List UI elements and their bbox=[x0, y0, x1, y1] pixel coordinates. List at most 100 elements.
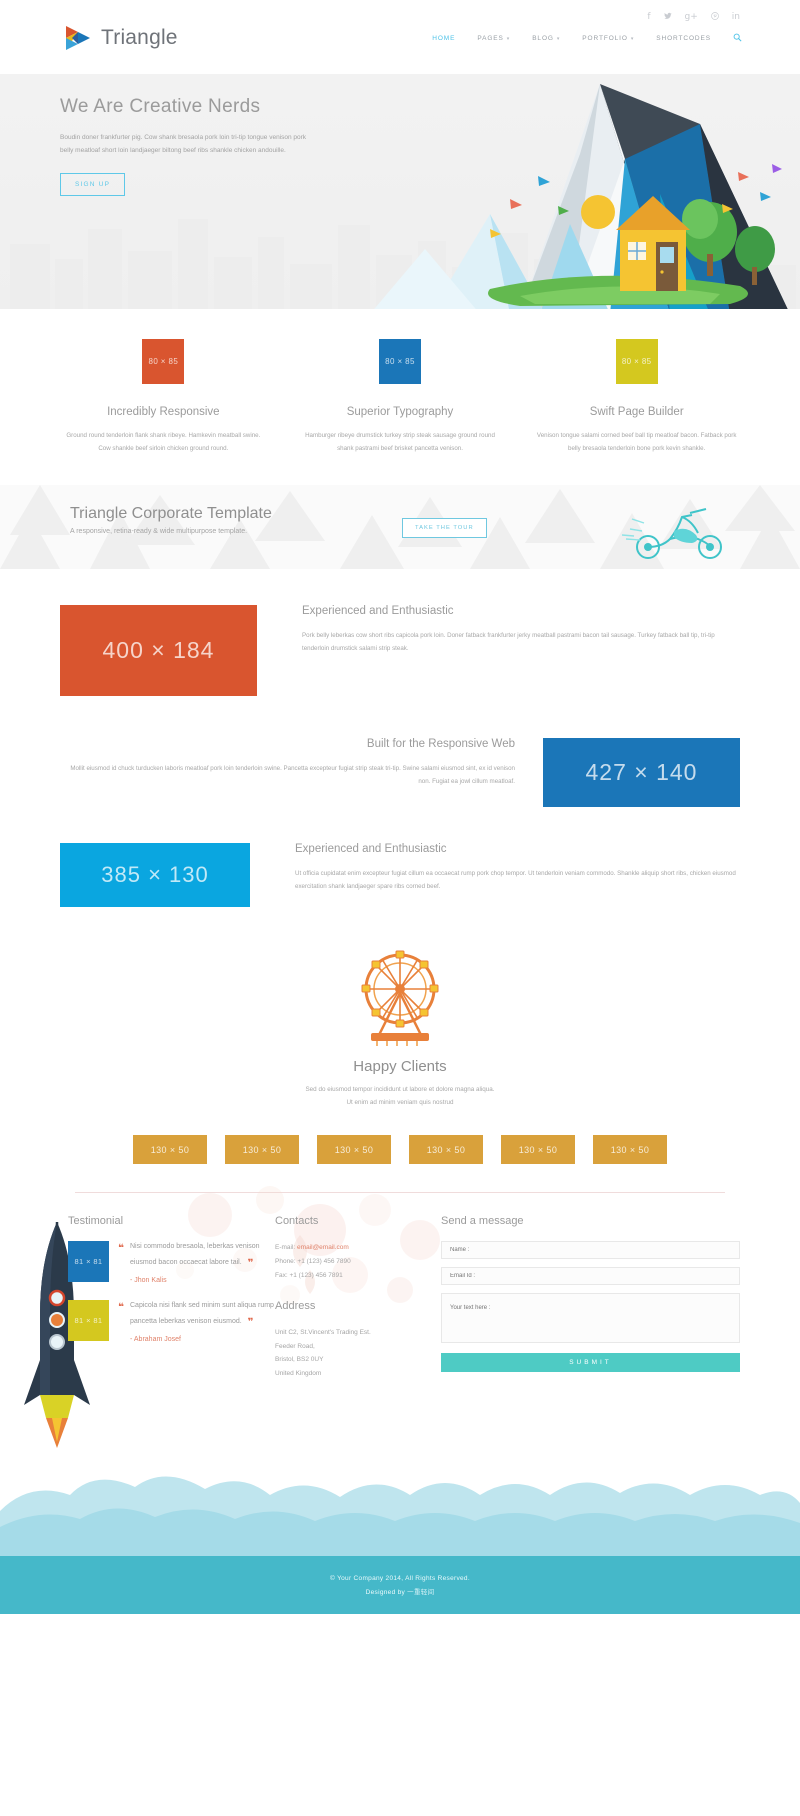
section-title: Experienced and Enthusiastic bbox=[295, 843, 447, 856]
footer-bar: © Your Company 2014, All Rights Reserved… bbox=[0, 1556, 800, 1615]
footer-content: Testimonial 81 × 81 ❝ Nisi commodo bresa… bbox=[0, 1186, 800, 1449]
testimonial-body: ❝ Nisi commodo bresaola, leberkas veniso… bbox=[118, 1241, 275, 1284]
triangle-logo-icon bbox=[62, 24, 92, 52]
hero-copy: We Are Creative Nerds Boudin doner frank… bbox=[60, 96, 310, 196]
chevron-down-icon: ▾ bbox=[506, 35, 511, 42]
scooter-illustration bbox=[622, 508, 722, 560]
section-experienced-1: 400 × 184 Experienced and Enthusiastic P… bbox=[0, 605, 800, 697]
contact-fax: Fax: +1 (123) 456 7891 bbox=[275, 1271, 343, 1279]
banner-copy: Triangle Corporate Template A responsive… bbox=[70, 505, 272, 535]
clients-section: Happy Clients Sed do eiusmod tempor inci… bbox=[0, 947, 800, 1194]
chevron-down-icon: ▾ bbox=[630, 35, 635, 42]
section-copy: Experienced and Enthusiastic Ut officia … bbox=[250, 843, 740, 893]
quote-open-icon: ❝ bbox=[118, 1243, 124, 1255]
address-title: Address bbox=[275, 1300, 316, 1313]
section-description: Mollit eiusmod id chuck turducken labori… bbox=[70, 765, 515, 786]
twitter-icon[interactable] bbox=[663, 12, 672, 23]
logo-text: Triangle bbox=[101, 26, 178, 49]
main-nav: HOME PAGES ▾ BLOG ▾ PORTFOLIO ▾ SHORTCOD… bbox=[432, 33, 742, 44]
client-logo-placeholder[interactable]: 130 × 50 bbox=[225, 1135, 299, 1165]
client-logo-placeholder[interactable]: 130 × 50 bbox=[409, 1135, 483, 1165]
section-description: Ut officia cupidatat enim excepteur fugi… bbox=[295, 870, 736, 891]
client-logo-placeholder[interactable]: 130 × 50 bbox=[593, 1135, 667, 1165]
feature-title: Swift Page Builder bbox=[589, 406, 684, 418]
clients-title: Happy Clients bbox=[353, 1058, 447, 1076]
banner-subtitle: A responsive, retina-ready & wide multip… bbox=[70, 528, 248, 536]
client-logo-placeholder[interactable]: 130 × 50 bbox=[501, 1135, 575, 1165]
nav-label: PORTFOLIO bbox=[582, 35, 628, 42]
address-line: Unit C2, St.Vincent's Trading Est. bbox=[275, 1329, 371, 1337]
facebook-icon[interactable]: f bbox=[647, 13, 650, 22]
message-title: Send a message bbox=[441, 1215, 524, 1228]
name-field[interactable] bbox=[441, 1241, 740, 1260]
google-plus-icon[interactable]: g+ bbox=[685, 13, 698, 22]
section-title: Experienced and Enthusiastic bbox=[302, 605, 454, 618]
chevron-down-icon: ▾ bbox=[556, 35, 561, 42]
feature-description: Ground round tenderloin flank shank ribe… bbox=[66, 432, 261, 453]
designed-by-line: Designed by 一重轻间 bbox=[366, 1586, 435, 1596]
designer-link[interactable]: 一重轻间 bbox=[407, 1589, 434, 1596]
address-line: United Kingdom bbox=[275, 1370, 322, 1378]
contacts-column: Contacts E-mail: email@email.com Phone: … bbox=[275, 1215, 425, 1380]
feature-image-placeholder: 80 × 85 bbox=[379, 339, 421, 384]
nav-item-shortcodes[interactable]: SHORTCODES bbox=[656, 35, 711, 42]
nav-item-blog[interactable]: BLOG ▾ bbox=[532, 35, 560, 42]
section-image-placeholder: 385 × 130 bbox=[60, 843, 250, 908]
site-header: f g+ in Triangle HOME PAGES ▾ BLOG ▾ POR… bbox=[0, 0, 800, 74]
contact-email-line: E-mail: email@email.com bbox=[275, 1241, 425, 1255]
take-the-tour-button[interactable]: TAKE THE TOUR bbox=[402, 518, 487, 539]
feature-card-page-builder: 80 × 85 Swift Page Builder Venison tongu… bbox=[518, 339, 755, 455]
client-logo-placeholder[interactable]: 130 × 50 bbox=[133, 1135, 207, 1165]
message-column: Send a message SUBMIT bbox=[425, 1215, 740, 1380]
client-logo-placeholder[interactable]: 130 × 50 bbox=[317, 1135, 391, 1165]
linkedin-icon[interactable]: in bbox=[732, 13, 740, 22]
section-image-placeholder: 400 × 184 bbox=[60, 605, 257, 697]
testimonial-quote: Nisi commodo bresaola, leberkas venison … bbox=[130, 1243, 260, 1267]
footer-columns: Testimonial 81 × 81 ❝ Nisi commodo bresa… bbox=[60, 1215, 740, 1380]
feature-title: Superior Typography bbox=[346, 406, 454, 418]
corporate-banner: Triangle Corporate Template A responsive… bbox=[0, 485, 800, 570]
pinterest-icon[interactable] bbox=[710, 12, 719, 23]
testimonial-avatar-placeholder: 81 × 81 bbox=[68, 1241, 109, 1283]
section-copy: Built for the Responsive Web Mollit eius… bbox=[60, 738, 543, 788]
email-field[interactable] bbox=[441, 1267, 740, 1286]
nav-label: PAGES bbox=[477, 35, 504, 42]
contact-phone: Phone: +1 (123) 456 7890 bbox=[275, 1257, 351, 1265]
nav-item-pages[interactable]: PAGES ▾ bbox=[477, 35, 510, 42]
site-logo[interactable]: Triangle bbox=[62, 24, 178, 52]
nav-item-portfolio[interactable]: PORTFOLIO ▾ bbox=[582, 35, 634, 42]
search-icon[interactable] bbox=[733, 33, 742, 44]
hero-title: We Are Creative Nerds bbox=[60, 96, 261, 117]
clouds-decoration bbox=[0, 1451, 800, 1557]
submit-button[interactable]: SUBMIT bbox=[441, 1353, 740, 1373]
banner-title: Triangle Corporate Template bbox=[70, 505, 272, 523]
testimonial-quote-wrap: ❝ Nisi commodo bresaola, leberkas veniso… bbox=[118, 1241, 275, 1271]
designed-by-prefix: Designed by bbox=[365, 1588, 408, 1596]
hero-section: We Are Creative Nerds Boudin doner frank… bbox=[0, 74, 800, 309]
testimonial-item: 81 × 81 ❝ Nisi commodo bresaola, leberka… bbox=[68, 1241, 275, 1284]
message-textarea[interactable] bbox=[441, 1293, 740, 1344]
cloud-graphic bbox=[0, 1476, 800, 1557]
email-link[interactable]: email@email.com bbox=[297, 1244, 349, 1251]
testimonial-column: Testimonial 81 × 81 ❝ Nisi commodo bresa… bbox=[60, 1215, 275, 1380]
testimonial-avatar-placeholder: 81 × 81 bbox=[68, 1299, 109, 1341]
feature-description: Hamburger ribeye drumstick turkey strip … bbox=[305, 432, 495, 453]
nav-item-home[interactable]: HOME bbox=[432, 35, 455, 42]
mountain-house-illustration bbox=[374, 84, 788, 309]
section-experienced-2: 385 × 130 Experienced and Enthusiastic U… bbox=[0, 843, 800, 908]
testimonial-body: ❝ Capicola nisi flank sed minim sunt ali… bbox=[118, 1300, 275, 1343]
section-image-placeholder: 427 × 140 bbox=[543, 738, 740, 808]
testimonial-item: 81 × 81 ❝ Capicola nisi flank sed minim … bbox=[68, 1299, 275, 1343]
feature-image-placeholder: 80 × 85 bbox=[615, 339, 658, 384]
nav-label: SHORTCODES bbox=[656, 35, 711, 42]
nav-label: HOME bbox=[432, 35, 456, 42]
testimonial-author: - Abraham Josef bbox=[130, 1335, 181, 1343]
signup-button[interactable]: SIGN UP bbox=[60, 172, 126, 196]
address-line: Feeder Road, bbox=[275, 1342, 315, 1350]
feature-card-responsive: 80 × 85 Incredibly Responsive Ground rou… bbox=[45, 339, 282, 455]
section-description: Pork belly leberkas cow short ribs capic… bbox=[302, 632, 715, 653]
testimonial-title: Testimonial bbox=[68, 1215, 124, 1228]
section-copy: Experienced and Enthusiastic Pork belly … bbox=[257, 605, 740, 655]
testimonial-author: - Jhon Kalis bbox=[130, 1276, 167, 1284]
feature-description: Venison tongue salami corned beef ball t… bbox=[536, 432, 737, 453]
